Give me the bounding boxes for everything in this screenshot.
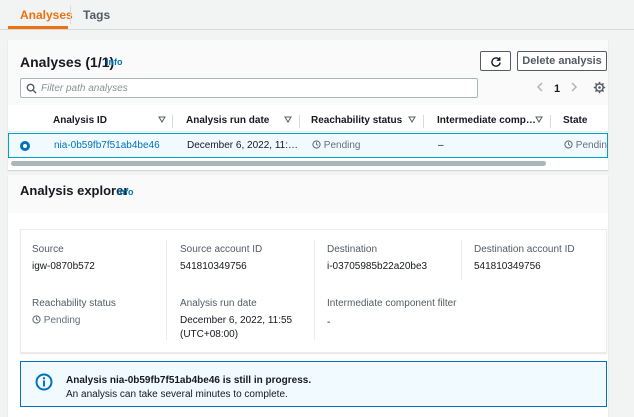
reachability-status-label: Reachability status <box>32 298 116 309</box>
analyses-info-link[interactable]: Info <box>106 57 123 67</box>
in-progress-alert: Analysis nia-0b59fb7f51ab4be46 is still … <box>20 361 607 407</box>
intermediate-cell: – <box>438 140 444 151</box>
run-date-line2: (UTC+08:00) <box>180 329 239 340</box>
analyses-title-text: Analyses <box>20 54 82 70</box>
reachability-status-text: Pending <box>43 315 81 326</box>
analysis-id-link[interactable]: nia-0b59fb7f51ab4be46 <box>54 140 160 151</box>
alert-title: Analysis nia-0b59fb7f51ab4be46 is still … <box>66 375 312 386</box>
pending-clock-icon <box>564 140 573 149</box>
destination-value: i-03705985b22a20be3 <box>327 261 428 272</box>
active-tab-indicator <box>8 26 68 29</box>
column-reachability[interactable]: Reachability status <box>311 115 402 126</box>
destination-account-label: Destination account ID <box>474 244 575 255</box>
tab-divider <box>70 6 71 24</box>
analysis-explorer-panel: Analysis explorer Info Source igw-0870b5… <box>8 175 608 417</box>
settings-gear-icon[interactable] <box>593 81 606 97</box>
destination-account-value: 541810349756 <box>474 261 541 272</box>
source-value: igw-0870b572 <box>32 261 95 272</box>
column-analysis-id[interactable]: Analysis ID <box>53 115 107 126</box>
column-divider <box>461 240 462 280</box>
sort-down-icon[interactable] <box>284 116 292 124</box>
tab-analyses[interactable]: Analyses <box>20 8 73 22</box>
filter-input[interactable] <box>41 80 471 96</box>
sort-down-icon[interactable] <box>408 116 416 124</box>
pending-clock-icon <box>32 315 41 324</box>
column-divider[interactable] <box>423 115 424 128</box>
column-divider <box>166 240 167 340</box>
intermediate-filter-label: Intermediate component filter <box>327 298 457 309</box>
horizontal-scrollbar[interactable] <box>8 160 608 168</box>
analyses-title: Analyses (1/1) <box>20 54 114 70</box>
run-date-line1: December 6, 2022, 11:55 <box>180 315 293 326</box>
column-divider[interactable] <box>172 115 173 128</box>
explorer-title: Analysis explorer <box>20 183 129 198</box>
filter-search[interactable] <box>20 78 478 98</box>
row-radio-selected[interactable] <box>20 141 30 151</box>
destination-label: Destination <box>327 244 378 255</box>
info-circle-icon <box>35 373 53 391</box>
column-state[interactable]: State <box>563 115 587 126</box>
sort-down-icon[interactable] <box>158 116 166 124</box>
column-divider[interactable] <box>299 115 300 128</box>
state-status-text: Pending <box>575 140 608 151</box>
refresh-button[interactable] <box>480 51 511 71</box>
refresh-icon <box>490 57 501 67</box>
delete-analysis-button[interactable]: Delete analysis <box>517 51 607 71</box>
column-divider[interactable] <box>550 115 551 128</box>
source-label: Source <box>32 244 64 255</box>
table-row[interactable]: nia-0b59fb7f51ab4be46 December 6, 2022, … <box>8 133 608 158</box>
tab-bar: Analyses Tags <box>0 0 634 30</box>
column-intermediate[interactable]: Intermediate comp… <box>437 115 536 126</box>
reachability-status-text: Pending <box>323 140 361 151</box>
alert-body: An analysis can take several minutes to … <box>66 389 288 400</box>
table-header: Analysis ID Analysis run date Reachabili… <box>8 110 608 132</box>
scrollbar-thumb[interactable] <box>11 161 546 166</box>
page-number[interactable]: 1 <box>554 83 560 95</box>
reachability-status-value: Pending <box>32 314 80 328</box>
analysis-details-card: Source igw-0870b572 Source account ID 54… <box>20 229 607 353</box>
analyses-panel: Analyses (1/1) Info Delete analysis 1 An… <box>8 40 608 170</box>
run-date-label: Analysis run date <box>180 298 257 309</box>
column-divider <box>314 240 315 340</box>
run-date-cell: December 6, 2022, 11:… <box>187 140 298 151</box>
column-run-date[interactable]: Analysis run date <box>186 115 269 126</box>
next-page-icon[interactable] <box>570 82 578 95</box>
intermediate-filter-value: - <box>327 317 331 328</box>
run-date-value: December 6, 2022, 11:55 (UTC+08:00) <box>180 314 292 342</box>
pending-clock-icon <box>312 140 321 149</box>
source-account-label: Source account ID <box>180 244 263 255</box>
previous-page-icon[interactable] <box>536 82 544 95</box>
search-icon <box>26 83 37 94</box>
sort-down-icon[interactable] <box>535 116 543 124</box>
source-account-value: 541810349756 <box>180 261 247 272</box>
explorer-info-link[interactable]: Info <box>117 187 134 197</box>
state-cell: Pending <box>564 140 608 151</box>
tab-tags[interactable]: Tags <box>83 8 110 22</box>
reachability-cell: Pending <box>312 140 360 151</box>
